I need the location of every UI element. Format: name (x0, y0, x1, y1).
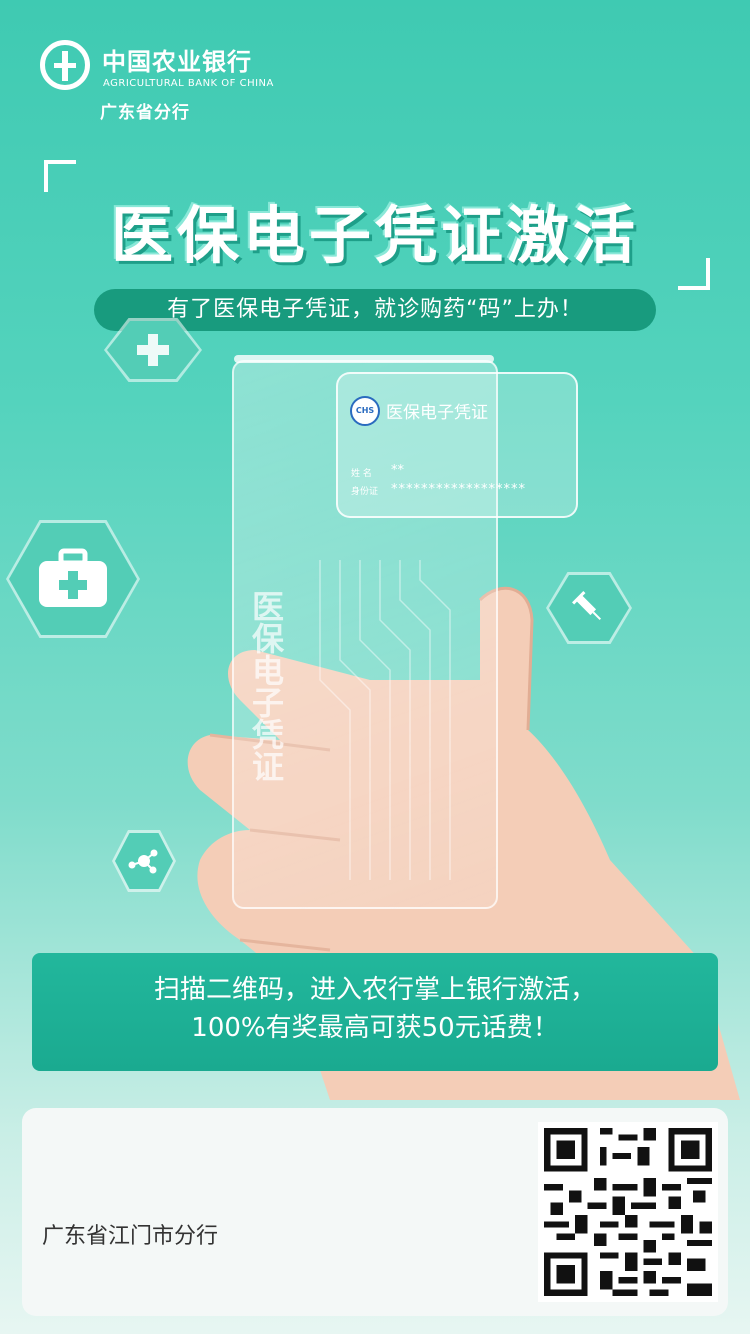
qr-code[interactable] (538, 1122, 718, 1302)
cta-line-2: 100%有奖最高可获50元话费！ (191, 1013, 559, 1043)
footer-branch: 广东省江门市分行 (42, 1224, 219, 1249)
card-name-value: ** (391, 463, 404, 478)
phone-vertical-text: 医保电子凭证 (247, 590, 285, 782)
molecule-icon (112, 830, 176, 892)
bank-name-en: AGRICULTURAL BANK OF CHINA (103, 78, 274, 89)
page-title: 医保电子凭证激活 (110, 199, 639, 272)
abc-logo-icon (40, 40, 90, 90)
corner-bracket-bottom-right (678, 258, 710, 290)
cta-banner[interactable]: 扫描二维码，进入农行掌上银行激活， 100%有奖最高可获50元话费！ (32, 953, 718, 1071)
first-aid-kit-icon (6, 520, 140, 638)
card-name-label: 姓 名 (351, 469, 372, 479)
card-title: 医保电子凭证 (386, 403, 488, 423)
card-id-value: ****************** (391, 482, 526, 497)
provincial-branch: 广东省分行 (100, 103, 190, 123)
chs-logo-icon: CHS (350, 396, 380, 426)
bank-name-cn: 中国农业银行 (102, 48, 252, 76)
cta-line-1: 扫描二维码，进入农行掌上银行激活， (153, 975, 596, 1005)
card-id-label: 身份证 (351, 487, 379, 497)
circuit-lines (319, 560, 451, 880)
